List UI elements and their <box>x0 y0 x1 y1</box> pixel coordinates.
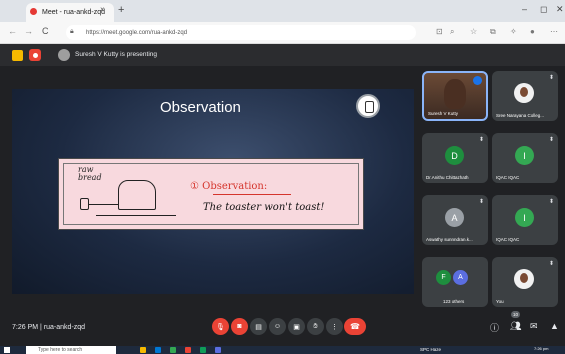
url-text: https://meet.google.com/rua-ankd-zqd <box>86 29 188 36</box>
app-icon[interactable] <box>12 50 23 61</box>
meet-tab-icon <box>30 8 37 15</box>
participant-name: Dr.Anithu Chittazhath <box>426 175 469 180</box>
teams-icon[interactable] <box>215 347 221 353</box>
raise-hand-button[interactable]: ✋︎ <box>307 318 324 335</box>
camera-icon[interactable]: ⊡ <box>436 27 443 36</box>
speaking-indicator-icon <box>473 76 482 85</box>
captions-button[interactable]: ▤ <box>250 318 267 335</box>
forward-button[interactable]: → <box>24 26 33 36</box>
others-count: 123 others <box>443 299 465 304</box>
taskbar-clock[interactable]: 7:26 pm <box>534 346 548 351</box>
favorite-icon[interactable]: ☆ <box>470 27 477 36</box>
observation-number: ① <box>190 181 199 192</box>
office-icon[interactable] <box>185 347 191 353</box>
participant-name: IQAC IQAC <box>496 175 520 180</box>
participant-avatar: A <box>445 208 464 227</box>
weather-widget[interactable]: SPC Haze <box>420 347 441 352</box>
participant-tile[interactable]: ⬍ A Aswathy sunnndran.k... <box>422 195 488 245</box>
leave-call-button[interactable]: ☎︎ <box>344 318 366 335</box>
slide-title: Observation <box>160 99 241 116</box>
camera-toggle-button[interactable]: ◙ <box>231 318 248 335</box>
new-tab-button[interactable]: + <box>118 4 124 16</box>
participant-name: Aswathy sunnndran.k... <box>426 237 473 242</box>
edge-icon[interactable] <box>155 347 161 353</box>
observation-text: The toaster won't toast! <box>203 202 325 213</box>
speaker-video <box>444 79 466 109</box>
menu-icon[interactable]: ⋯ <box>550 27 558 36</box>
app-icon[interactable] <box>200 347 206 353</box>
participant-avatar: F <box>436 270 451 285</box>
participant-avatar: D <box>445 146 464 165</box>
present-button[interactable]: ▣ <box>288 318 305 335</box>
tab-close-icon[interactable]: × <box>100 5 105 14</box>
windows-start-icon[interactable] <box>4 347 10 353</box>
mic-off-icon: ⬍ <box>478 199 484 205</box>
observation-heading: ① Observation: <box>190 181 267 192</box>
extensions-icon[interactable]: ✧ <box>510 27 517 36</box>
participant-tile[interactable]: ⬍ D Dr.Anithu Chittazhath <box>422 133 488 183</box>
toaster-drawing-icon <box>118 180 156 210</box>
file-explorer-icon[interactable] <box>140 347 146 353</box>
mic-off-icon: ⬍ <box>548 137 554 143</box>
back-button[interactable]: ← <box>8 26 17 36</box>
activities-icon[interactable]: ▲ <box>550 321 559 331</box>
cord-line <box>88 204 118 205</box>
participant-tile-speaker[interactable]: Suresh V Kutty <box>422 71 488 121</box>
participant-photo <box>514 83 534 103</box>
collections-icon[interactable]: ⧉ <box>490 27 496 37</box>
mic-off-icon: ⬍ <box>478 137 484 143</box>
zoom-icon[interactable]: ⌕ <box>450 27 454 37</box>
lock-icon[interactable]: 🔒︎ <box>70 28 74 36</box>
meeting-code: rua-ankd-zqd <box>43 324 86 331</box>
counter-line <box>96 215 176 216</box>
url-input[interactable]: https://meet.google.com/rua-ankd-zqd <box>66 25 416 40</box>
mic-off-icon: ⬍ <box>548 75 554 81</box>
profile-icon[interactable]: ● <box>530 27 535 36</box>
chat-icon[interactable]: ✉︎ <box>530 321 538 332</box>
mic-off-icon: ⬍ <box>548 261 554 267</box>
info-icon[interactable]: ⓘ <box>490 321 499 334</box>
reload-button[interactable]: C <box>42 26 49 36</box>
reactions-button[interactable]: ☺ <box>269 318 286 335</box>
presenter-avatar <box>58 49 70 61</box>
close-window-button[interactable]: ✕ <box>556 4 564 15</box>
participant-tile[interactable]: ⬍ I IQAC IQAC <box>492 195 558 245</box>
participant-name: Suresh V Kutty <box>428 111 459 116</box>
taskbar-search-input[interactable]: Type here to search <box>26 346 116 354</box>
self-name: You <box>496 299 504 304</box>
participant-tile[interactable]: ⬍ Sree Narayana Colleg... <box>492 71 558 121</box>
recording-icon[interactable] <box>29 49 41 61</box>
self-photo <box>514 269 534 289</box>
self-tile[interactable]: ⬍ You <box>492 257 558 307</box>
more-options-button[interactable]: ⋮ <box>326 318 343 335</box>
participant-name: IQAC IQAC <box>496 237 520 242</box>
meeting-time: 7:26 PM <box>12 324 39 331</box>
participant-avatar: I <box>515 146 534 165</box>
others-tile[interactable]: F A 123 others <box>422 257 488 307</box>
people-count-badge: 10 <box>511 311 520 318</box>
people-icon[interactable]: 👥︎ <box>510 321 521 332</box>
participant-name: Sree Narayana Colleg... <box>496 113 545 118</box>
raw-bread-label: raw bread <box>78 166 102 182</box>
maximize-button[interactable]: ◻ <box>540 4 547 15</box>
meeting-details: 7:26 PM | rua-ankd-zqd <box>12 324 85 331</box>
institution-logo-icon <box>356 94 380 118</box>
participant-avatar: A <box>453 270 468 285</box>
bread-word: bread <box>78 173 102 182</box>
chrome-icon[interactable] <box>170 347 176 353</box>
tab-title: Meet - rua-ankd-zqd <box>42 9 106 16</box>
minimize-button[interactable]: – <box>522 4 527 14</box>
mic-off-icon: ⬍ <box>548 199 554 205</box>
presenting-label: Suresh V Kutty is presenting <box>75 51 158 58</box>
mic-toggle-button[interactable]: 🎙︎ <box>212 318 229 335</box>
separator: | <box>40 324 42 331</box>
observation-heading-text: Observation: <box>202 181 268 192</box>
participant-avatar: I <box>515 208 534 227</box>
participant-tile[interactable]: ⬍ I IQAC IQAC <box>492 133 558 183</box>
observation-underline <box>213 194 291 195</box>
